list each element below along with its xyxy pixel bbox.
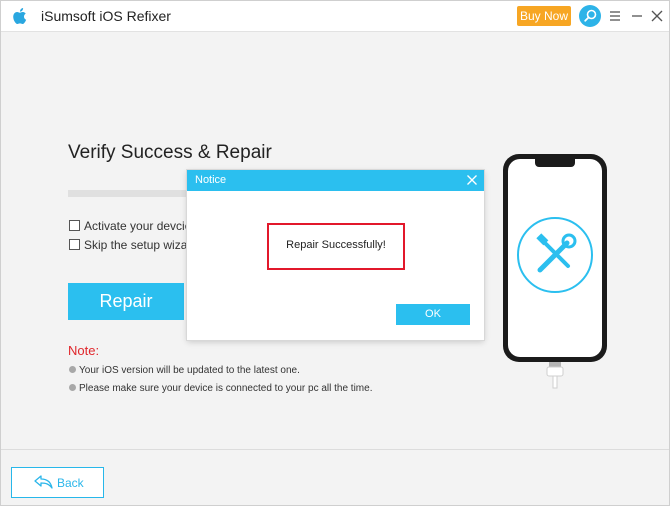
app-title: iSumsoft iOS Refixer xyxy=(41,8,171,24)
message-highlight-box: Repair Successfully! xyxy=(267,223,405,270)
note-label: Note: xyxy=(68,343,100,358)
checkbox[interactable] xyxy=(69,220,80,231)
app-window: iSumsoft iOS Refixer Buy Now Verify Succ… xyxy=(0,0,670,506)
close-icon[interactable] xyxy=(651,9,663,23)
dialog-close-icon[interactable] xyxy=(466,174,478,186)
bullet-icon xyxy=(69,366,76,373)
lightning-cable-icon xyxy=(546,362,564,389)
note-item: Your iOS version will be updated to the … xyxy=(69,365,300,376)
bullet-icon xyxy=(69,384,76,391)
checkbox[interactable] xyxy=(69,239,80,250)
note-item: Please make sure your device is connecte… xyxy=(69,383,372,394)
dialog-header: Notice xyxy=(187,170,484,191)
ok-button[interactable]: OK xyxy=(396,304,470,325)
activate-device-option[interactable]: Activate your devcie at xyxy=(69,219,205,233)
repair-button[interactable]: Repair xyxy=(68,283,184,320)
dialog-message: Repair Successfully! xyxy=(286,239,386,251)
note-text: Please make sure your device is connecte… xyxy=(79,383,373,394)
title-bar: iSumsoft iOS Refixer Buy Now xyxy=(1,1,669,32)
back-arrow-icon xyxy=(34,475,53,489)
note-text: Your iOS version will be updated to the … xyxy=(79,365,300,376)
search-icon xyxy=(584,9,597,22)
page-title: Verify Success & Repair xyxy=(68,142,272,163)
back-button[interactable]: Back xyxy=(11,467,104,498)
back-label: Back xyxy=(57,476,84,490)
minimize-icon[interactable] xyxy=(631,9,643,23)
notice-dialog: Notice Repair Successfully! OK xyxy=(187,170,484,340)
dialog-title: Notice xyxy=(195,174,227,186)
buy-now-button[interactable]: Buy Now xyxy=(517,6,571,26)
footer-divider xyxy=(1,449,669,450)
apple-logo-icon xyxy=(13,8,27,24)
search-button[interactable] xyxy=(579,5,601,27)
phone-illustration xyxy=(503,154,607,389)
menu-icon[interactable] xyxy=(609,9,621,23)
